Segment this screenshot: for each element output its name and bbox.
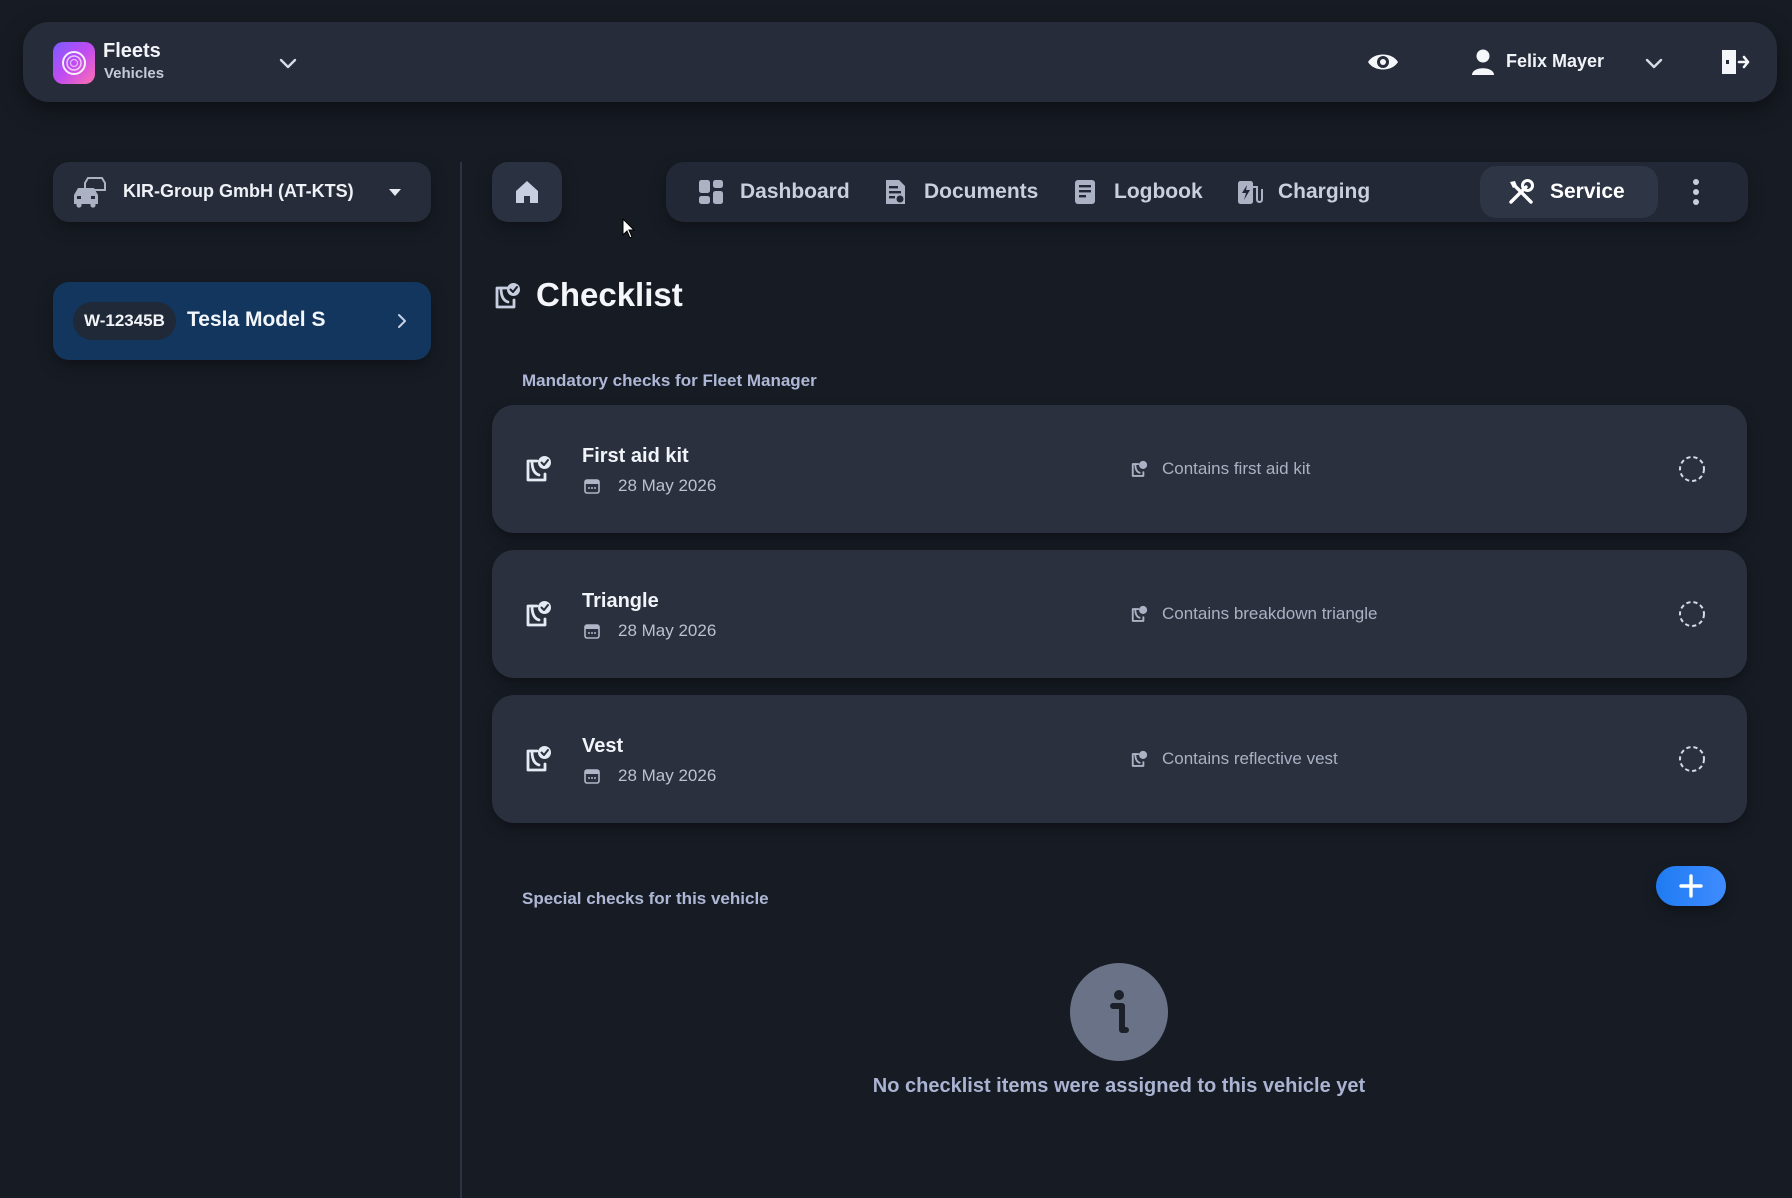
checklist-icon (526, 746, 551, 772)
tab-dashboard-label: Dashboard (740, 180, 850, 203)
check-title: Vest (582, 735, 624, 757)
calendar-icon (584, 624, 600, 639)
section-nav: Dashboard Documents Logbook Charging Ser… (666, 162, 1748, 222)
organization-name: KIR-Group GmbH (AT-KTS) (123, 181, 354, 201)
checklist-icon (1131, 605, 1148, 622)
fleets-logo-icon[interactable] (53, 42, 95, 84)
checklist-icon (1131, 460, 1148, 477)
sidebar-divider (460, 162, 462, 1198)
mouse-cursor-icon (622, 218, 636, 239)
top-bar: Fleets Vehicles Felix Mayer (23, 22, 1777, 102)
chevron-right-icon (398, 314, 406, 328)
check-description: Contains breakdown triangle (1162, 604, 1378, 623)
page-title: Checklist (536, 276, 683, 313)
charging-icon (1238, 181, 1263, 204)
empty-state-message: No checklist items were assigned to this… (872, 1075, 1366, 1097)
home-icon (516, 181, 538, 203)
check-title: First aid kit (582, 445, 689, 467)
caret-down-icon (389, 189, 401, 196)
check-title: Triangle (582, 590, 659, 612)
logbook-icon (1075, 180, 1095, 204)
tab-service[interactable]: Service (1506, 162, 1625, 222)
tab-documents[interactable]: Documents (880, 162, 1038, 222)
service-tools-icon (1509, 179, 1534, 204)
check-item[interactable]: First aid kit 28 May 2026 Contains first… (492, 405, 1747, 533)
app-title: Fleets (103, 40, 161, 62)
tab-logbook-label: Logbook (1114, 180, 1203, 203)
pending-status-icon[interactable] (1677, 599, 1707, 629)
documents-icon (886, 180, 905, 204)
check-date: 28 May 2026 (618, 621, 717, 640)
checklist-icon (526, 456, 551, 482)
plus-icon (1679, 874, 1703, 898)
calendar-icon (584, 769, 600, 784)
vehicle-name: Tesla Model S (187, 308, 326, 331)
check-date: 28 May 2026 (618, 476, 717, 495)
checklist-icon (526, 601, 551, 627)
tab-charging[interactable]: Charging (1234, 162, 1370, 222)
chevron-down-icon[interactable] (1641, 52, 1667, 74)
add-check-button[interactable] (1656, 866, 1726, 906)
more-vertical-icon[interactable] (1688, 176, 1704, 208)
vehicle-list-item[interactable]: W-12345B Tesla Model S (53, 282, 431, 360)
app-switch-chevron-icon[interactable] (275, 52, 301, 74)
fleet-cars-icon (74, 177, 106, 208)
tab-service-label: Service (1550, 180, 1625, 203)
check-item[interactable]: Vest 28 May 2026 Contains reflective ves… (492, 695, 1747, 823)
checklist-icon (495, 283, 520, 309)
mandatory-section-title: Mandatory checks for Fleet Manager (522, 371, 817, 390)
license-plate-badge: W-12345B (73, 302, 176, 340)
tab-charging-label: Charging (1278, 180, 1371, 203)
info-icon (1070, 963, 1168, 1061)
app-subtitle: Vehicles (104, 65, 165, 82)
organization-select[interactable]: KIR-Group GmbH (AT-KTS) (53, 162, 431, 222)
user-icon[interactable] (1468, 46, 1498, 78)
check-description: Contains first aid kit (1162, 459, 1311, 478)
pending-status-icon[interactable] (1677, 744, 1707, 774)
home-button[interactable] (492, 162, 562, 222)
special-section-title: Special checks for this vehicle (522, 889, 769, 908)
checklist-icon (1131, 750, 1148, 767)
logout-icon[interactable] (1717, 46, 1751, 78)
dashboard-icon (699, 180, 723, 204)
check-item[interactable]: Triangle 28 May 2026 Contains breakdown … (492, 550, 1747, 678)
tab-dashboard[interactable]: Dashboard (696, 162, 850, 222)
eye-icon[interactable] (1365, 46, 1401, 78)
calendar-icon (584, 479, 600, 494)
check-date: 28 May 2026 (618, 766, 717, 785)
user-name[interactable]: Felix Mayer (1506, 51, 1604, 72)
check-description: Contains reflective vest (1162, 749, 1338, 768)
tab-logbook[interactable]: Logbook (1070, 162, 1203, 222)
tab-documents-label: Documents (924, 180, 1039, 203)
pending-status-icon[interactable] (1677, 454, 1707, 484)
